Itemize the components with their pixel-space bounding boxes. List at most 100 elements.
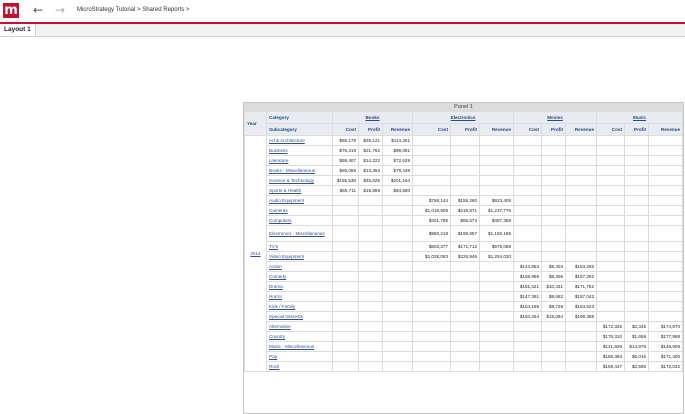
subcategory-link[interactable]: Comedy xyxy=(266,271,333,282)
metric-cell xyxy=(541,361,567,372)
metric-cell xyxy=(332,225,359,242)
category-music[interactable]: Music xyxy=(596,111,683,124)
table-row: Electronics - Miscellaneous $950,218 $199,… xyxy=(245,225,683,242)
subcategory-link[interactable]: Books - Miscellaneous xyxy=(266,165,333,176)
metric-cell xyxy=(513,215,543,226)
category-header: Category xyxy=(266,111,333,124)
category-movies[interactable]: Movies xyxy=(513,111,598,124)
metric-cell xyxy=(565,165,598,176)
metric-cell xyxy=(541,205,567,216)
metric-cell xyxy=(541,351,567,362)
subcategory-link[interactable]: Pop xyxy=(266,351,333,362)
metric-cell xyxy=(412,281,452,292)
subcategory-link[interactable]: Music - Miscellaneous xyxy=(266,341,333,352)
metric-cell xyxy=(624,165,650,176)
subcategory-link[interactable]: Special Interests xyxy=(266,311,333,322)
metric-cell xyxy=(648,251,683,262)
subcategory-link[interactable]: Action xyxy=(266,261,333,272)
metric-cell: $171,400 xyxy=(648,351,683,362)
metric-cell: $171,752 xyxy=(565,281,598,292)
table-row: Action $143,853 $9,403 $153,256 xyxy=(245,261,683,272)
metric-cell: $5,016 xyxy=(624,351,650,362)
metric-cell xyxy=(450,135,481,146)
year-value[interactable]: 2014 xyxy=(244,135,267,372)
metric-cell xyxy=(332,251,359,262)
metric-cell xyxy=(513,185,543,196)
metric-cell xyxy=(648,215,683,226)
metric-cell: $58,407 xyxy=(332,155,359,166)
metric-cell xyxy=(412,301,452,312)
metric-cell xyxy=(450,261,481,272)
metric-cell xyxy=(381,241,414,252)
subcategory-link[interactable]: Computers xyxy=(266,215,333,226)
subcategory-link[interactable]: Literature xyxy=(266,155,333,166)
microstrategy-logo[interactable]: m xyxy=(3,3,19,18)
breadcrumb-item-folder[interactable]: Shared Reports xyxy=(142,7,184,13)
subcategory-link[interactable]: Sports & Health xyxy=(266,185,333,196)
report-grid: Year Category Books Electronics Movies M… xyxy=(244,111,683,372)
metric-cell xyxy=(648,145,683,156)
metric-cell xyxy=(565,321,598,332)
grid-body: 2014 Art & Architecture $88,179 $26,121 $114… xyxy=(244,135,683,372)
breadcrumb-item-project[interactable]: MicroStrategy Tutorial xyxy=(77,7,135,13)
metric-cell xyxy=(332,291,359,302)
metric-cell xyxy=(565,155,598,166)
category-books[interactable]: Books xyxy=(331,111,414,124)
metric-cell xyxy=(332,341,359,352)
metric-cell xyxy=(648,301,683,312)
subcategory-link[interactable]: Electronics - Miscellaneous xyxy=(266,225,333,242)
subcategory-link[interactable]: Country xyxy=(266,331,333,342)
table-row: Business $76,319 $21,762 $98,081 xyxy=(245,145,683,156)
metric-cell xyxy=(332,281,359,292)
metric-cell xyxy=(648,291,683,302)
subcategory-link[interactable]: Business xyxy=(266,145,333,156)
table-row: Music - Miscellaneous $131,929 $14,978 $146… xyxy=(245,341,683,352)
metric-cell: $143,853 xyxy=(513,261,543,272)
subcategory-link[interactable]: Alternative xyxy=(266,321,333,332)
metric-cell xyxy=(358,215,383,226)
metric-cell xyxy=(596,225,626,242)
subcategory-link[interactable]: TV's xyxy=(266,241,333,252)
subcategory-link[interactable]: Kids / Family xyxy=(266,301,333,312)
metric-cell xyxy=(450,271,481,282)
metric-cell xyxy=(381,215,414,226)
metric-header-cost: Cost xyxy=(513,123,543,136)
metric-cell xyxy=(541,225,567,242)
metric-cell xyxy=(381,361,414,372)
metric-cell xyxy=(596,251,626,262)
metric-cell xyxy=(648,135,683,146)
subcategory-link[interactable]: Science & Technology xyxy=(266,175,333,186)
metric-cell: $1,028,083 xyxy=(412,251,452,262)
metric-cell: $85,574 xyxy=(450,215,481,226)
metric-cell: $84,580 xyxy=(381,185,414,196)
metric-cell xyxy=(381,291,414,302)
subcategory-link[interactable]: Cameras xyxy=(266,205,333,216)
metric-cell xyxy=(565,341,598,352)
metric-cell xyxy=(648,165,683,176)
metric-cell xyxy=(358,241,383,252)
back-arrow-icon[interactable]: ← xyxy=(31,4,45,17)
metric-cell xyxy=(381,251,414,262)
panel: Panel 1 Year Category Books Electronics … xyxy=(243,102,684,414)
metric-cell xyxy=(541,215,567,226)
category-electronics[interactable]: Electronics xyxy=(412,111,515,124)
metric-cell xyxy=(332,195,359,206)
subcategory-link[interactable]: Audio Equipment xyxy=(266,195,333,206)
metric-cell xyxy=(624,301,650,312)
metric-cell xyxy=(479,311,515,322)
metric-cell: $9,682 xyxy=(541,291,567,302)
metric-cell: $201,164 xyxy=(381,175,414,186)
subcategory-link[interactable]: Video Equipment xyxy=(266,251,333,262)
metric-cell xyxy=(332,301,359,312)
tab-layout-1[interactable]: Layout 1 xyxy=(0,24,36,36)
subcategory-link[interactable]: Art & Architecture xyxy=(266,135,333,146)
forward-arrow-icon[interactable]: → xyxy=(53,4,67,17)
subcategory-link[interactable]: Drama xyxy=(266,281,333,292)
subcategory-link[interactable]: Rock xyxy=(266,361,333,372)
metric-cell xyxy=(648,155,683,166)
subcategory-link[interactable]: Horror xyxy=(266,291,333,302)
metric-cell xyxy=(358,361,383,372)
metric-cell xyxy=(358,321,383,332)
metric-cell xyxy=(412,145,452,156)
table-row: Science & Technology $155,538 $45,625 $201,… xyxy=(245,175,683,186)
